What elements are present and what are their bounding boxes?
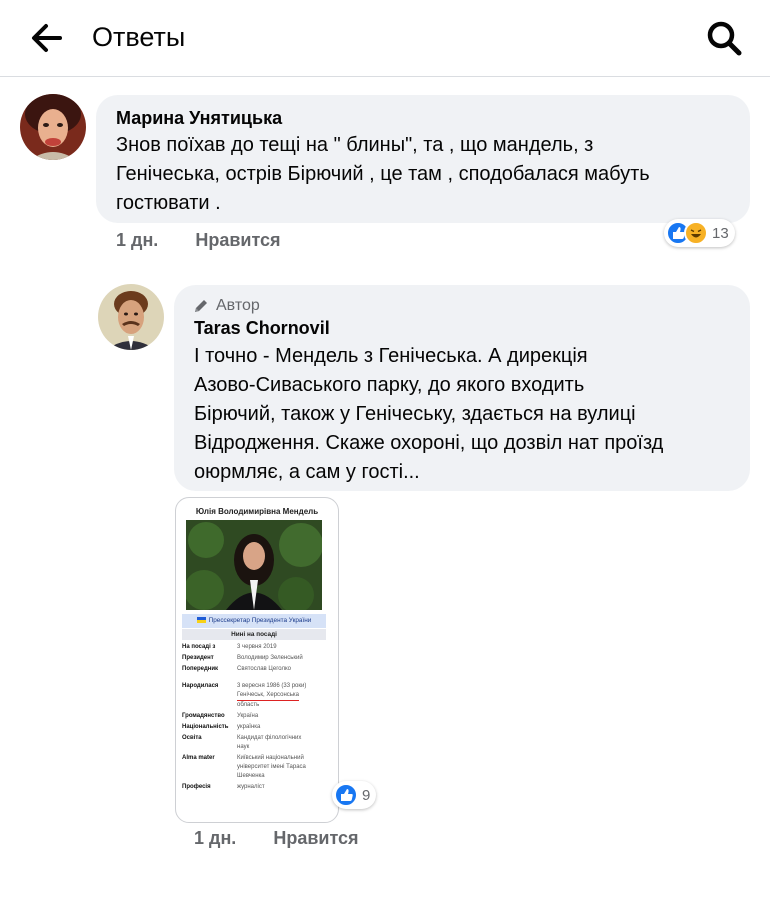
card-role: Прессекретар Президента України (182, 614, 326, 628)
like-icon (334, 783, 358, 807)
avatar[interactable] (20, 94, 86, 160)
avatar[interactable] (98, 284, 164, 350)
comment-author[interactable]: Марина Унятицька (116, 108, 282, 129)
comment-author[interactable]: Taras Chornovil (194, 318, 330, 339)
portrait-photo (186, 520, 322, 610)
comment-actions: 1 дн. Нравится (194, 828, 359, 849)
table-row: Освіта Кандидат філологічних наук (182, 735, 302, 750)
table-row: На посаді з3 червня 2019 (182, 644, 277, 650)
table-row: Alma mater Київський національний універси… (182, 755, 306, 779)
comment-text: Знов поїхав до тещі на " блины", та , що… (116, 134, 650, 214)
pencil-icon (195, 300, 207, 312)
comment-actions: 1 дн. Нравится (116, 230, 281, 251)
comment-bubble: Автор Taras Chornovil І точно - Мендель … (174, 285, 750, 491)
comment-time[interactable]: 1 дн. (116, 230, 158, 250)
table-row: Національність українка (182, 724, 261, 730)
table-row: Попередник Святослав Цеголко (182, 666, 291, 672)
card-subtitle: Нині на посаді (182, 629, 326, 640)
reaction-summary[interactable]: 9 (332, 781, 377, 809)
top-bar: Ответы (0, 0, 770, 77)
table-row: Народилася 3 вересня 1986 (33 роки) Геніче… (182, 683, 307, 708)
card-title: Юлія Володимирівна Мендель (195, 507, 319, 516)
reaction-count: 9 (362, 786, 371, 804)
author-badge-label: Автор (216, 297, 260, 314)
like-button[interactable]: Нравится (195, 230, 280, 250)
page-title: Ответы (92, 22, 186, 52)
author-badge: Автор (192, 297, 260, 315)
reaction-count: 13 (712, 224, 729, 242)
card-role-text: Прессекретар Президента України (208, 617, 312, 624)
table-row: Професія журналіст (182, 784, 265, 790)
table-row: Громадянство Україна (182, 713, 259, 719)
card-infobox: На посаді з3 червня 2019 Президент Володи… (182, 642, 330, 793)
arrow-left-icon[interactable] (30, 22, 64, 54)
table-row: Президент Володимир Зеленський (182, 655, 303, 661)
flag-icon (196, 617, 206, 624)
reaction-summary[interactable]: 13 (664, 219, 735, 247)
attached-image[interactable]: Юлія Володимирівна Мендель Прессекретар … (175, 497, 339, 823)
haha-icon (684, 221, 708, 245)
like-button[interactable]: Нравится (273, 828, 358, 848)
comment-time[interactable]: 1 дн. (194, 828, 236, 848)
search-icon[interactable] (704, 18, 744, 58)
comment-text: І точно - Мендель з Генічеська. А дирекц… (194, 345, 664, 483)
comment-bubble: Марина Унятицька Знов поїхав до тещі на … (96, 95, 750, 223)
